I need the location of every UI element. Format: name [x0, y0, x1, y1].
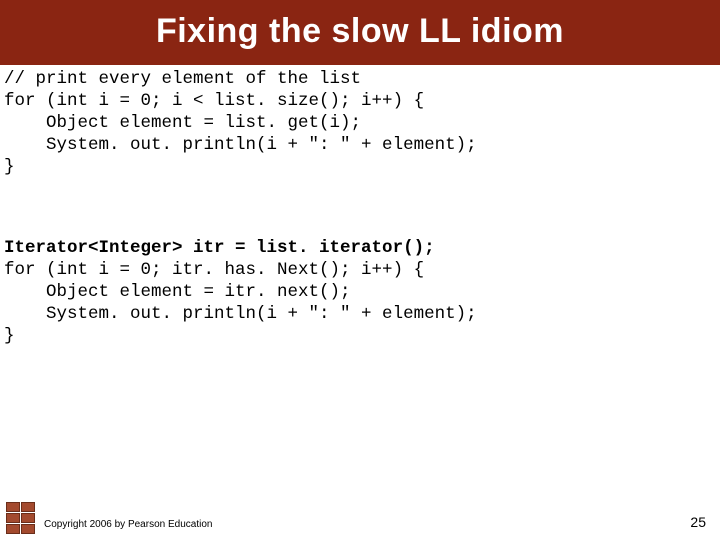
slide-title: Fixing the slow LL idiom	[0, 0, 720, 65]
code-block-2: Iterator<Integer> itr = list. iterator()…	[0, 234, 720, 347]
code-line: for (int i = 0; i < list. size(); i++) {	[4, 91, 424, 111]
copyright-text: Copyright 2006 by Pearson Education	[44, 519, 212, 530]
code-line: System. out. println(i + ": " + element)…	[4, 135, 477, 155]
code-line: }	[4, 157, 15, 177]
code-line: for (int i = 0; itr. has. Next(); i++) {	[4, 260, 424, 280]
code-block-1: // print every element of the list for (…	[0, 65, 720, 178]
code-line: Iterator<Integer> itr = list. iterator()…	[4, 238, 435, 258]
code-line: }	[4, 326, 15, 346]
code-line: Object element = list. get(i);	[4, 113, 361, 133]
spacer	[0, 178, 720, 234]
page-number: 25	[690, 514, 706, 530]
code-line: // print every element of the list	[4, 69, 361, 89]
footer: Copyright 2006 by Pearson Education 25	[0, 512, 720, 530]
code-line: System. out. println(i + ": " + element)…	[4, 304, 477, 324]
code-line: Object element = itr. next();	[4, 282, 351, 302]
